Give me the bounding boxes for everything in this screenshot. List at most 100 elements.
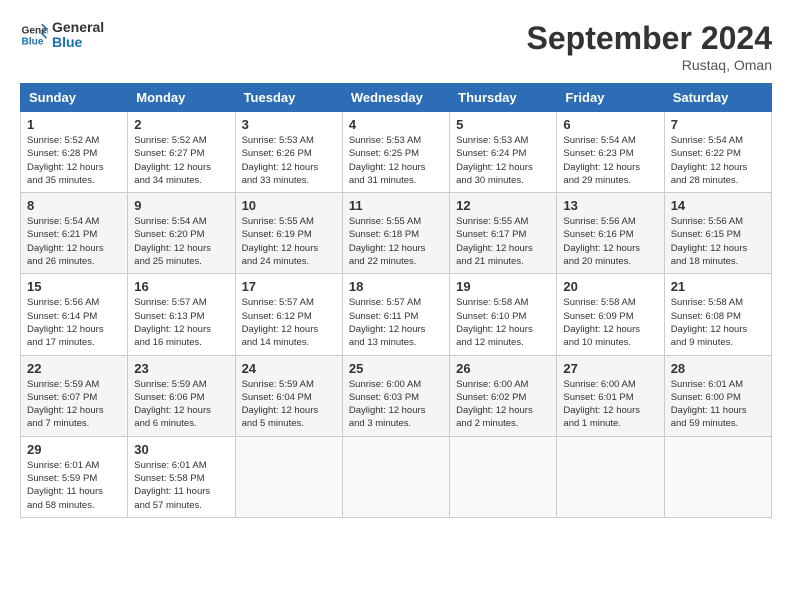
- table-row: 3 Sunrise: 5:53 AMSunset: 6:26 PMDaylight…: [235, 112, 342, 193]
- table-row: 10Sunrise: 5:55 AMSunset: 6:19 PMDayligh…: [235, 193, 342, 274]
- table-row: [450, 436, 557, 517]
- day-info: Sunrise: 5:55 AMSunset: 6:18 PMDaylight:…: [349, 215, 443, 268]
- day-info: Sunrise: 5:57 AMSunset: 6:13 PMDaylight:…: [134, 296, 228, 349]
- day-info: Sunrise: 6:00 AMSunset: 6:03 PMDaylight:…: [349, 378, 443, 431]
- day-number: 20: [563, 279, 657, 294]
- table-row: 1 Sunrise: 5:52 AMSunset: 6:28 PMDaylight…: [21, 112, 128, 193]
- day-info: Sunrise: 5:59 AMSunset: 6:06 PMDaylight:…: [134, 378, 228, 431]
- table-row: 13Sunrise: 5:56 AMSunset: 6:16 PMDayligh…: [557, 193, 664, 274]
- table-row: 24 Sunrise: 5:59 AMSunset: 6:04 PMDayligh…: [235, 355, 342, 436]
- table-row: 17 Sunrise: 5:57 AMSunset: 6:12 PMDayligh…: [235, 274, 342, 355]
- table-row: 20Sunrise: 5:58 AMSunset: 6:09 PMDayligh…: [557, 274, 664, 355]
- calendar-week-2: 8 Sunrise: 5:54 AMSunset: 6:21 PMDaylight…: [21, 193, 772, 274]
- table-row: 7 Sunrise: 5:54 AMSunset: 6:22 PMDaylight…: [664, 112, 771, 193]
- day-number: 28: [671, 361, 765, 376]
- day-info: Sunrise: 5:55 AMSunset: 6:17 PMDaylight:…: [456, 215, 550, 268]
- day-info: Sunrise: 6:01 AMSunset: 5:58 PMDaylight:…: [134, 459, 228, 512]
- day-info: Sunrise: 5:52 AMSunset: 6:27 PMDaylight:…: [134, 134, 228, 187]
- title-area: September 2024 Rustaq, Oman: [527, 20, 772, 73]
- day-info: Sunrise: 6:00 AMSunset: 6:01 PMDaylight:…: [563, 378, 657, 431]
- day-number: 16: [134, 279, 228, 294]
- day-info: Sunrise: 5:54 AMSunset: 6:21 PMDaylight:…: [27, 215, 121, 268]
- table-row: 14Sunrise: 5:56 AMSunset: 6:15 PMDayligh…: [664, 193, 771, 274]
- table-row: [557, 436, 664, 517]
- svg-text:Blue: Blue: [22, 37, 44, 48]
- col-monday: Monday: [128, 84, 235, 112]
- table-row: 15 Sunrise: 5:56 AMSunset: 6:14 PMDayligh…: [21, 274, 128, 355]
- calendar-week-1: 1 Sunrise: 5:52 AMSunset: 6:28 PMDaylight…: [21, 112, 772, 193]
- day-number: 12: [456, 198, 550, 213]
- table-row: 4 Sunrise: 5:53 AMSunset: 6:25 PMDaylight…: [342, 112, 449, 193]
- table-row: [664, 436, 771, 517]
- day-number: 23: [134, 361, 228, 376]
- table-row: 11 Sunrise: 5:55 AMSunset: 6:18 PMDayligh…: [342, 193, 449, 274]
- table-row: 2 Sunrise: 5:52 AMSunset: 6:27 PMDaylight…: [128, 112, 235, 193]
- day-number: 6: [563, 117, 657, 132]
- day-info: Sunrise: 5:58 AMSunset: 6:10 PMDaylight:…: [456, 296, 550, 349]
- table-row: 12 Sunrise: 5:55 AMSunset: 6:17 PMDayligh…: [450, 193, 557, 274]
- table-row: [342, 436, 449, 517]
- day-info: Sunrise: 5:59 AMSunset: 6:04 PMDaylight:…: [242, 378, 336, 431]
- table-row: 25Sunrise: 6:00 AMSunset: 6:03 PMDayligh…: [342, 355, 449, 436]
- calendar-table: Sunday Monday Tuesday Wednesday Thursday…: [20, 83, 772, 518]
- day-info: Sunrise: 5:54 AMSunset: 6:22 PMDaylight:…: [671, 134, 765, 187]
- table-row: 29 Sunrise: 6:01 AMSunset: 5:59 PMDayligh…: [21, 436, 128, 517]
- calendar-header-row: Sunday Monday Tuesday Wednesday Thursday…: [21, 84, 772, 112]
- day-info: Sunrise: 5:53 AMSunset: 6:24 PMDaylight:…: [456, 134, 550, 187]
- col-thursday: Thursday: [450, 84, 557, 112]
- col-wednesday: Wednesday: [342, 84, 449, 112]
- day-info: Sunrise: 5:53 AMSunset: 6:25 PMDaylight:…: [349, 134, 443, 187]
- table-row: 23 Sunrise: 5:59 AMSunset: 6:06 PMDayligh…: [128, 355, 235, 436]
- table-row: 18 Sunrise: 5:57 AMSunset: 6:11 PMDayligh…: [342, 274, 449, 355]
- day-number: 2: [134, 117, 228, 132]
- day-number: 24: [242, 361, 336, 376]
- table-row: 9Sunrise: 5:54 AMSunset: 6:20 PMDaylight…: [128, 193, 235, 274]
- table-row: 6 Sunrise: 5:54 AMSunset: 6:23 PMDaylight…: [557, 112, 664, 193]
- day-info: Sunrise: 5:57 AMSunset: 6:12 PMDaylight:…: [242, 296, 336, 349]
- calendar-week-5: 29 Sunrise: 6:01 AMSunset: 5:59 PMDayligh…: [21, 436, 772, 517]
- day-number: 11: [349, 198, 443, 213]
- day-number: 1: [27, 117, 121, 132]
- day-info: Sunrise: 5:58 AMSunset: 6:08 PMDaylight:…: [671, 296, 765, 349]
- day-number: 4: [349, 117, 443, 132]
- day-number: 29: [27, 442, 121, 457]
- day-number: 18: [349, 279, 443, 294]
- day-number: 30: [134, 442, 228, 457]
- day-info: Sunrise: 6:01 AMSunset: 5:59 PMDaylight:…: [27, 459, 121, 512]
- table-row: 19Sunrise: 5:58 AMSunset: 6:10 PMDayligh…: [450, 274, 557, 355]
- month-title: September 2024: [527, 20, 772, 57]
- day-number: 3: [242, 117, 336, 132]
- day-info: Sunrise: 5:54 AMSunset: 6:23 PMDaylight:…: [563, 134, 657, 187]
- day-info: Sunrise: 5:56 AMSunset: 6:14 PMDaylight:…: [27, 296, 121, 349]
- table-row: 22 Sunrise: 5:59 AMSunset: 6:07 PMDayligh…: [21, 355, 128, 436]
- day-number: 15: [27, 279, 121, 294]
- table-row: 16 Sunrise: 5:57 AMSunset: 6:13 PMDayligh…: [128, 274, 235, 355]
- day-number: 22: [27, 361, 121, 376]
- day-number: 7: [671, 117, 765, 132]
- table-row: 28 Sunrise: 6:01 AMSunset: 6:00 PMDayligh…: [664, 355, 771, 436]
- table-row: 30 Sunrise: 6:01 AMSunset: 5:58 PMDayligh…: [128, 436, 235, 517]
- day-info: Sunrise: 6:01 AMSunset: 6:00 PMDaylight:…: [671, 378, 765, 431]
- day-number: 10: [242, 198, 336, 213]
- logo-text: General Blue: [52, 20, 104, 51]
- day-number: 13: [563, 198, 657, 213]
- table-row: 21 Sunrise: 5:58 AMSunset: 6:08 PMDayligh…: [664, 274, 771, 355]
- table-row: 26Sunrise: 6:00 AMSunset: 6:02 PMDayligh…: [450, 355, 557, 436]
- table-row: 8 Sunrise: 5:54 AMSunset: 6:21 PMDaylight…: [21, 193, 128, 274]
- day-info: Sunrise: 5:57 AMSunset: 6:11 PMDaylight:…: [349, 296, 443, 349]
- day-number: 8: [27, 198, 121, 213]
- day-number: 17: [242, 279, 336, 294]
- day-number: 9: [134, 198, 228, 213]
- table-row: 5Sunrise: 5:53 AMSunset: 6:24 PMDaylight…: [450, 112, 557, 193]
- day-info: Sunrise: 5:59 AMSunset: 6:07 PMDaylight:…: [27, 378, 121, 431]
- day-number: 21: [671, 279, 765, 294]
- day-info: Sunrise: 6:00 AMSunset: 6:02 PMDaylight:…: [456, 378, 550, 431]
- col-tuesday: Tuesday: [235, 84, 342, 112]
- col-saturday: Saturday: [664, 84, 771, 112]
- logo-icon: General Blue: [20, 21, 48, 49]
- day-info: Sunrise: 5:53 AMSunset: 6:26 PMDaylight:…: [242, 134, 336, 187]
- col-friday: Friday: [557, 84, 664, 112]
- table-row: 27Sunrise: 6:00 AMSunset: 6:01 PMDayligh…: [557, 355, 664, 436]
- col-sunday: Sunday: [21, 84, 128, 112]
- day-info: Sunrise: 5:52 AMSunset: 6:28 PMDaylight:…: [27, 134, 121, 187]
